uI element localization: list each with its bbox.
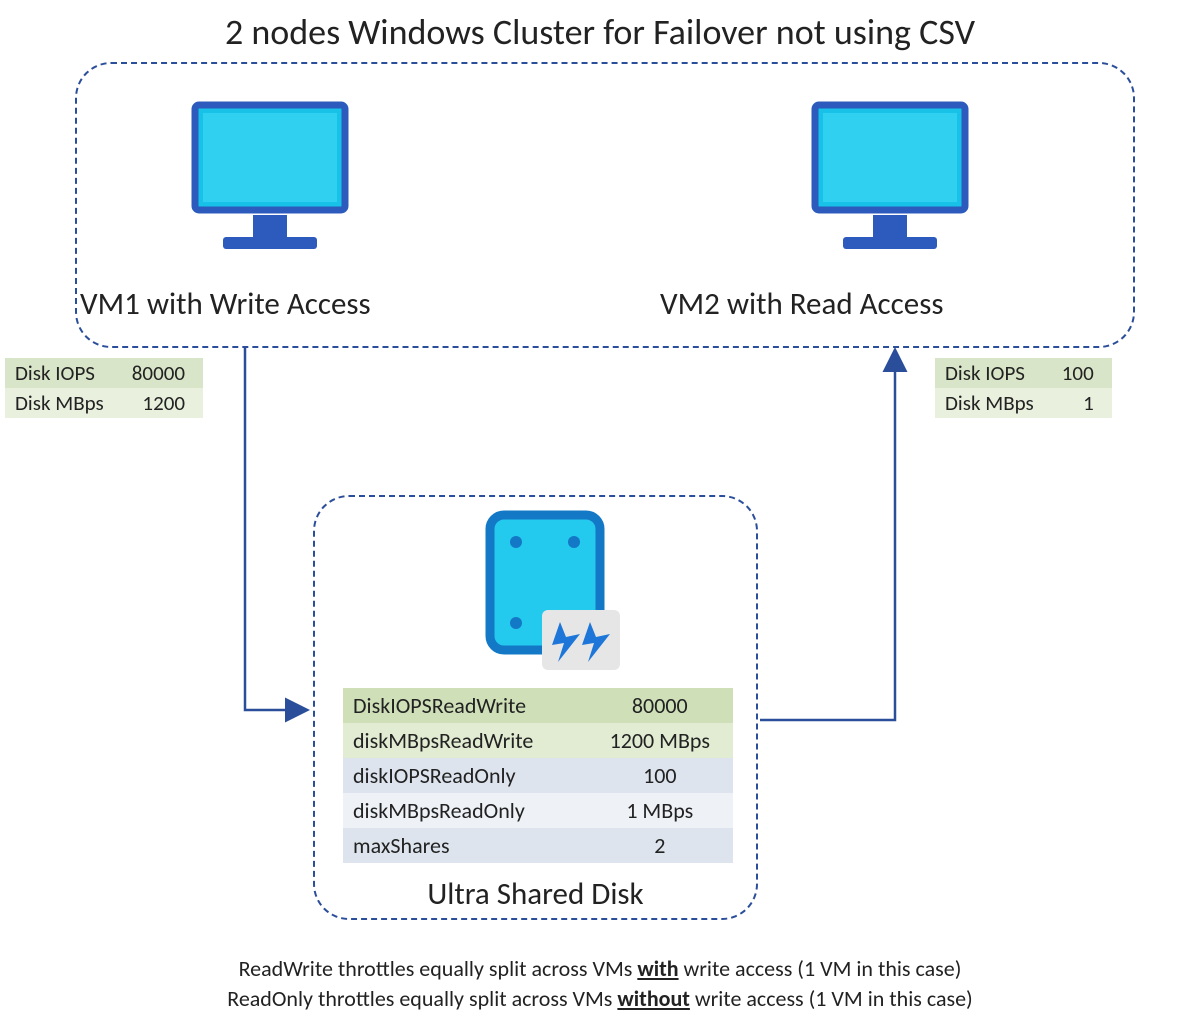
footnote-readwrite: ReadWrite throttles equally split across… [0,955,1200,982]
footnote-text: write access (1 VM in this case) [690,985,973,1012]
footnote-emphasis: with [637,955,678,982]
footnote-readonly: ReadOnly throttles equally split across … [0,985,1200,1012]
footnote-emphasis: without [617,985,690,1012]
footnote-text: ReadOnly throttles equally split across … [227,985,617,1012]
arrow-vm1-to-disk [245,348,305,710]
arrows-layer [0,0,1200,1000]
arrow-disk-to-vm2 [760,352,895,720]
footnote-text: ReadWrite throttles equally split across… [239,955,638,982]
footnote-text: write access (1 VM in this case) [679,955,962,982]
